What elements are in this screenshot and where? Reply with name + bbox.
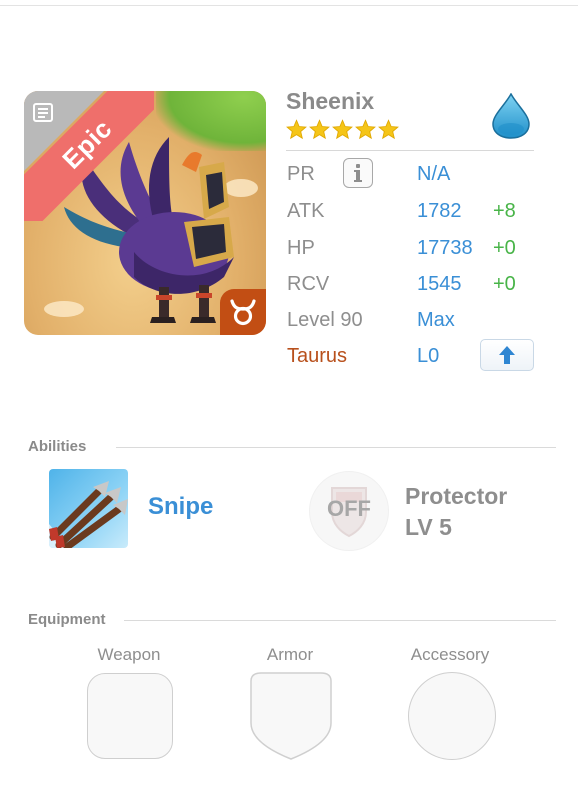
- stat-label: RCV: [287, 273, 330, 295]
- card-icon: [33, 103, 53, 122]
- upgrade-button[interactable]: [480, 339, 534, 371]
- stat-row-rcv: RCV 1545 +0: [287, 273, 547, 303]
- stat-label: ATK: [287, 200, 325, 222]
- zodiac-badge: [220, 289, 266, 335]
- info-icon: [354, 164, 362, 182]
- armor-slot-label: Armor: [266, 645, 314, 664]
- protector-ability-level: LV 5: [405, 514, 452, 540]
- snipe-arrows-icon: [49, 481, 128, 548]
- zodiac-level-value: L0: [417, 345, 440, 367]
- stat-label: HP: [287, 237, 315, 259]
- stat-value: 17738: [417, 237, 473, 259]
- stat-value: 1545: [417, 273, 462, 295]
- armor-slot[interactable]: [249, 671, 333, 761]
- info-button[interactable]: [343, 158, 373, 188]
- equipment-divider: [124, 620, 556, 621]
- taurus-icon: [230, 299, 256, 326]
- stat-value: 1782: [417, 200, 462, 222]
- protector-ability-icon[interactable]: OFF: [309, 471, 389, 551]
- stat-row-atk: ATK 1782 +8: [287, 200, 547, 230]
- weapon-slot-label: Weapon: [97, 645, 161, 664]
- abilities-section-title: Abilities: [28, 438, 87, 455]
- stat-value: Max: [417, 309, 455, 331]
- stat-row-hp: HP 17738 +0: [287, 237, 547, 267]
- star-icon: [309, 119, 330, 140]
- arrow-up-icon: [499, 346, 515, 364]
- zodiac-label: Taurus: [287, 345, 348, 367]
- stat-label: Level 90: [287, 309, 363, 331]
- stat-bonus: +0: [493, 237, 516, 259]
- accessory-slot[interactable]: [408, 672, 496, 760]
- stat-bonus: +0: [493, 273, 516, 295]
- top-divider: [0, 5, 578, 6]
- creature-portrait[interactable]: Epic: [24, 91, 266, 335]
- stat-bonus: +8: [493, 200, 516, 222]
- star-icon: [378, 119, 399, 140]
- stat-label: PR: [287, 163, 315, 185]
- stat-row-pr: PR N/A: [287, 158, 547, 193]
- abilities-divider: [116, 447, 556, 448]
- snipe-ability-name[interactable]: Snipe: [148, 493, 213, 521]
- stat-row-zodiac: Taurus L0: [287, 339, 547, 375]
- weapon-slot[interactable]: [87, 673, 173, 759]
- stat-row-level: Level 90 Max: [287, 309, 547, 339]
- star-rating: [286, 119, 399, 140]
- stat-value: N/A: [417, 163, 451, 185]
- star-icon: [332, 119, 353, 140]
- protector-ability-name: Protector: [405, 483, 508, 509]
- snipe-ability-icon[interactable]: [49, 469, 128, 548]
- creature-name: Sheenix: [286, 88, 375, 114]
- accessory-slot-label: Accessory: [410, 645, 490, 664]
- equipment-section-title: Equipment: [28, 611, 106, 628]
- ability-off-status: OFF: [327, 496, 371, 521]
- star-icon: [286, 119, 307, 140]
- stats-divider: [286, 150, 534, 151]
- water-drop-icon: [492, 93, 530, 139]
- star-icon: [355, 119, 376, 140]
